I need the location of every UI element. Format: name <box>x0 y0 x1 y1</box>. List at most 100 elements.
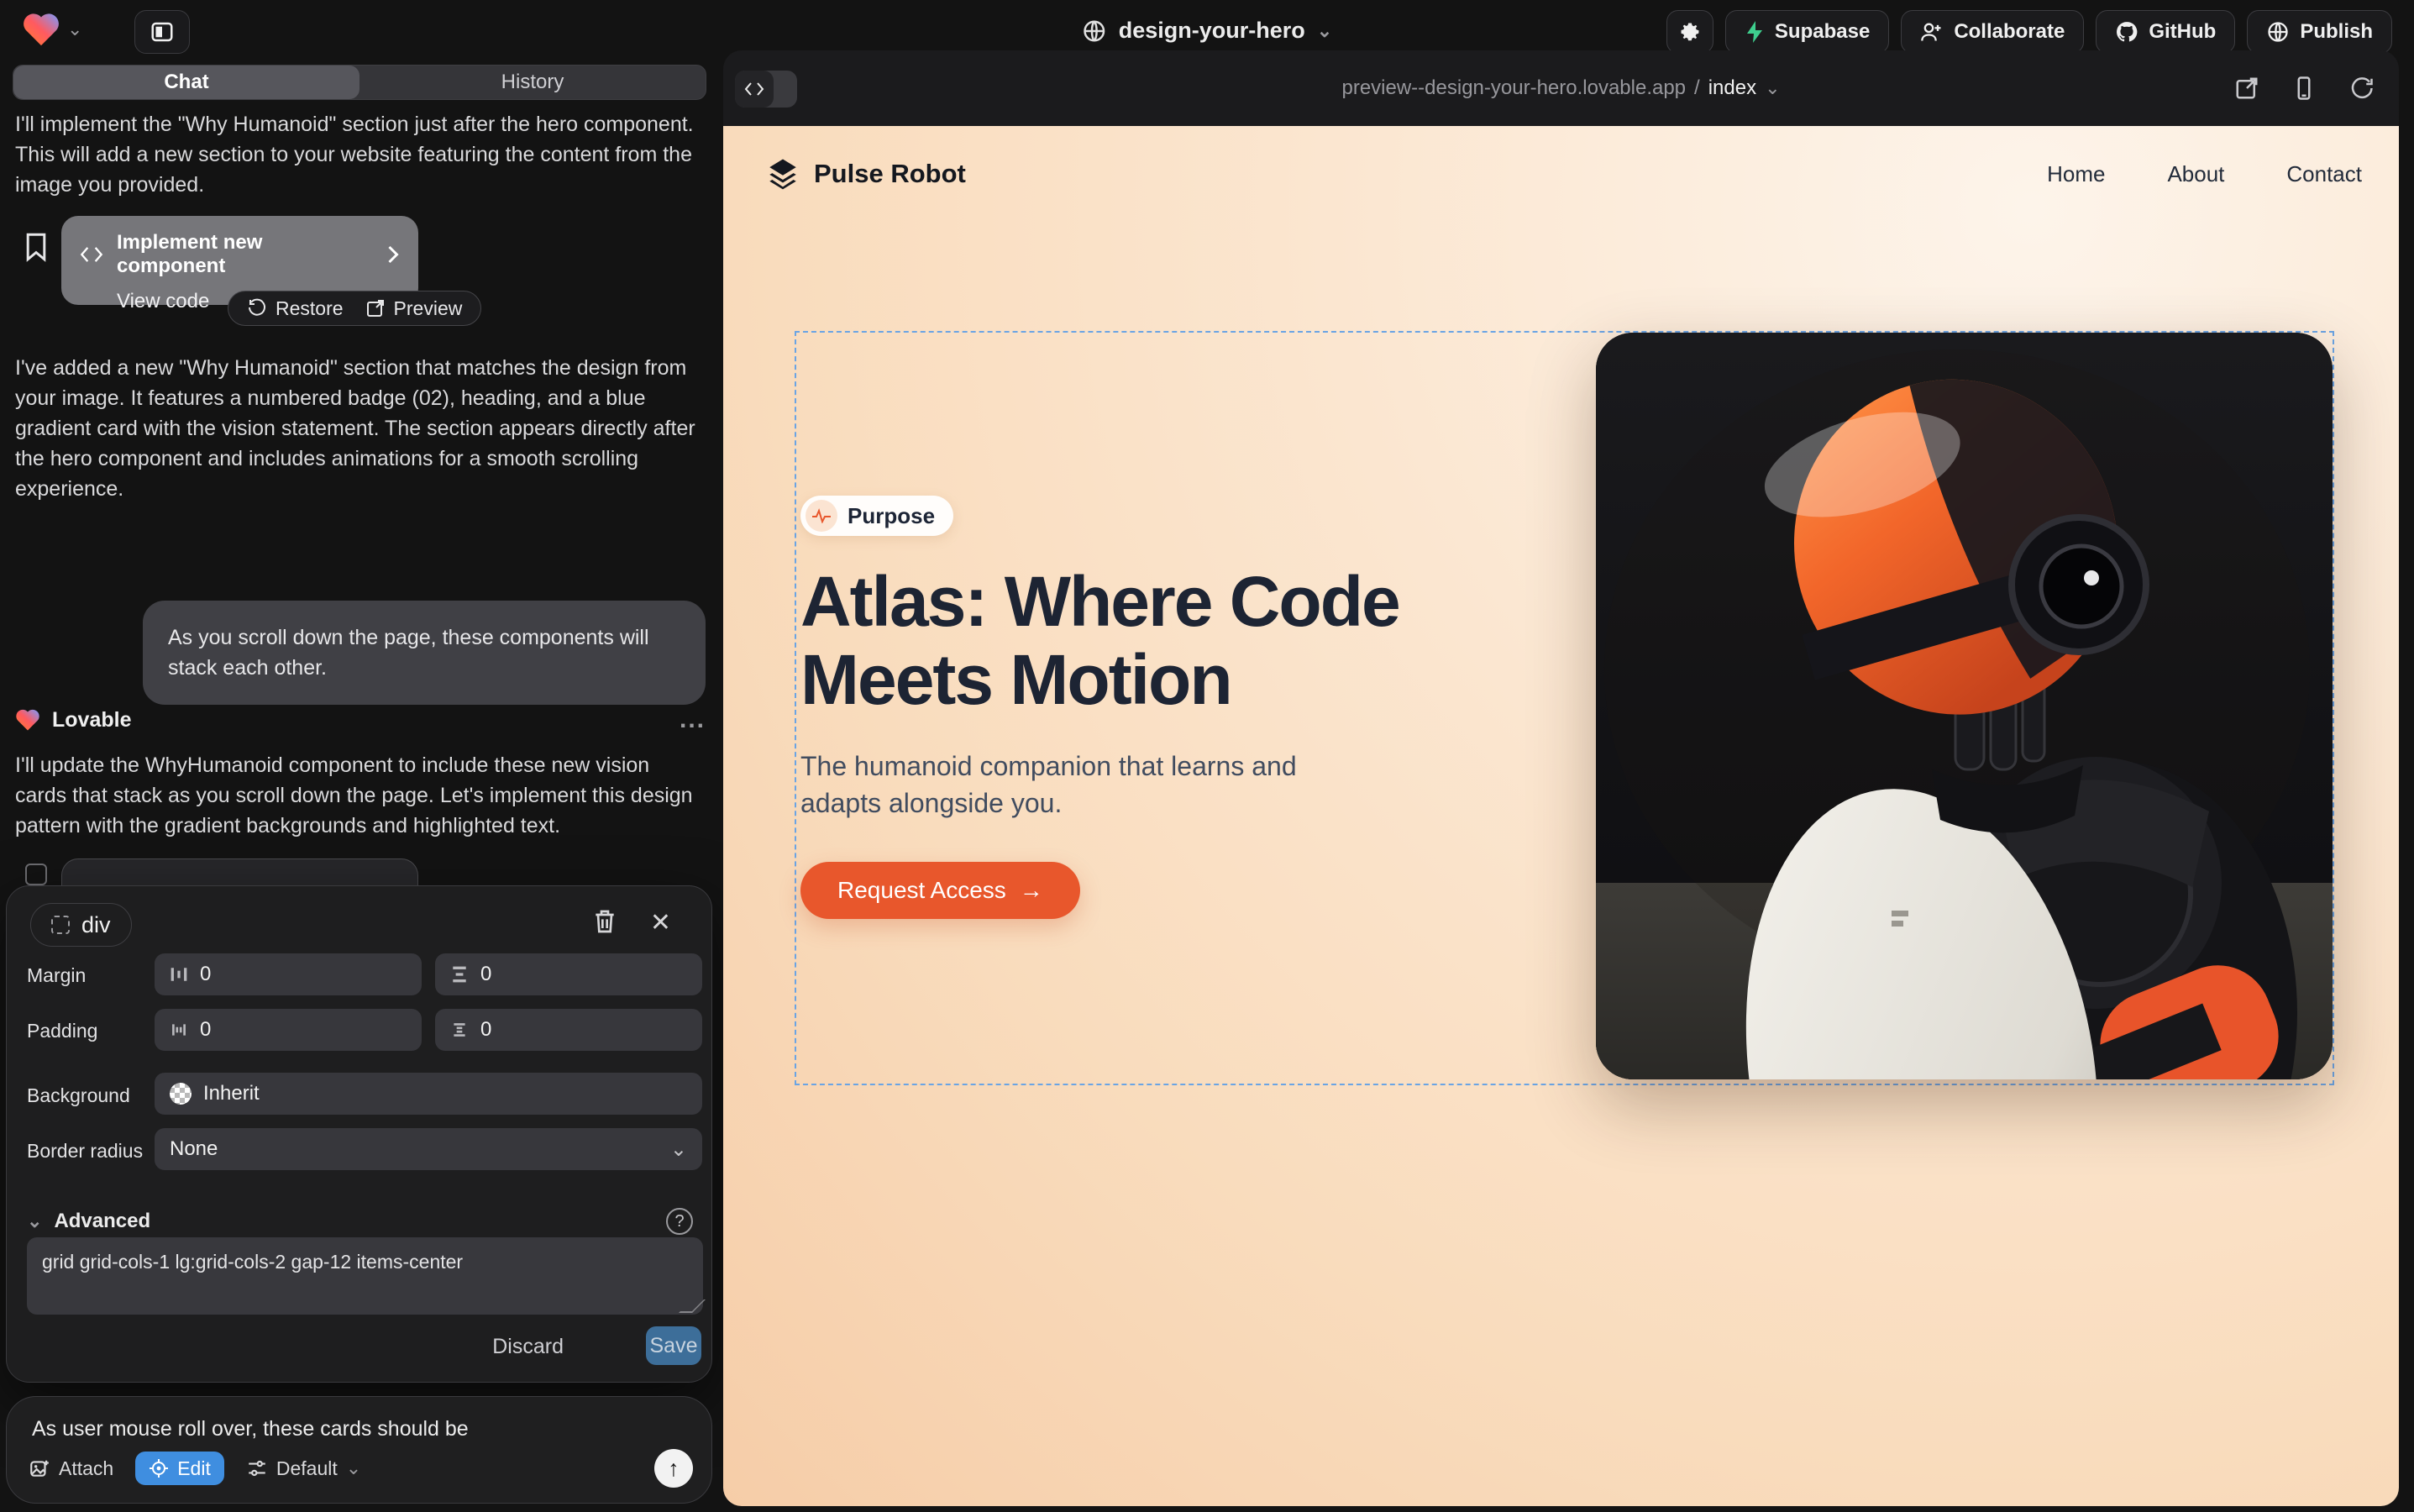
headline-line-1: Atlas: Where Code <box>800 563 1399 641</box>
background-value: Inherit <box>203 1082 260 1105</box>
hero-subheadline: The humanoid companion that learns and a… <box>800 748 1355 822</box>
collaborate-button[interactable]: Collaborate <box>1901 10 2084 54</box>
chevron-down-icon: ⌄ <box>27 1210 42 1232</box>
collaborate-label: Collaborate <box>1954 20 2065 44</box>
margin-label: Margin <box>27 964 86 987</box>
restore-button[interactable]: Restore <box>247 297 344 320</box>
collaborate-icon <box>1920 21 1944 43</box>
background-label: Background <box>27 1084 130 1107</box>
supabase-bolt-icon <box>1745 20 1765 44</box>
hero-headline: Atlas: Where Code Meets Motion <box>800 563 1399 719</box>
user-message-bubble: As you scroll down the page, these compo… <box>143 601 706 705</box>
chevron-down-icon: ⌄ <box>1765 77 1780 99</box>
padding-x-value: 0 <box>200 1018 211 1042</box>
preview-url-page: index <box>1708 76 1756 100</box>
margin-x-icon <box>170 965 188 984</box>
advanced-classes-textarea[interactable]: grid grid-cols-1 lg:grid-cols-2 gap-12 i… <box>27 1237 703 1315</box>
refresh-icon[interactable] <box>2348 76 2374 101</box>
dashed-square-icon <box>51 916 70 934</box>
nav-about[interactable]: About <box>2167 161 2224 187</box>
preview-url-domain: preview--design-your-hero.lovable.app <box>1341 76 1686 100</box>
advanced-section-toggle[interactable]: ⌄ Advanced ? <box>27 1208 693 1235</box>
background-input[interactable]: Inherit <box>155 1073 702 1115</box>
chevron-down-icon: ⌄ <box>346 1457 361 1479</box>
tab-history[interactable]: History <box>359 66 706 99</box>
purpose-badge: Purpose <box>800 496 953 536</box>
layers-icon <box>765 156 800 192</box>
publish-globe-icon <box>2266 20 2290 44</box>
composer-draft-text[interactable]: As user mouse roll over, these cards sho… <box>32 1417 469 1441</box>
chevron-down-icon: ⌄ <box>67 18 82 40</box>
close-icon[interactable]: ✕ <box>650 908 671 937</box>
sidebar-toggle-button[interactable] <box>134 10 190 54</box>
padding-x-input[interactable]: 0 <box>155 1009 422 1051</box>
border-radius-select[interactable]: None ⌄ <box>155 1128 702 1170</box>
lovable-menu-button[interactable]: ⌄ <box>22 12 82 47</box>
save-button[interactable]: Save <box>646 1326 701 1365</box>
preview-url-bar[interactable]: preview--design-your-hero.lovable.app / … <box>723 50 2399 126</box>
preview-button[interactable]: Preview <box>365 297 463 320</box>
site-brand[interactable]: Pulse Robot <box>765 156 966 192</box>
preview-panel: preview--design-your-hero.lovable.app / … <box>723 50 2399 1506</box>
color-swatch-icon <box>170 1083 192 1105</box>
chevron-down-icon: ⌄ <box>1317 20 1332 42</box>
lovable-heart-icon <box>15 708 40 732</box>
chat-mode-select[interactable]: Default ⌄ <box>246 1457 361 1480</box>
mode-label: Default <box>276 1457 338 1480</box>
cta-label: Request Access <box>837 877 1006 904</box>
delete-element-button[interactable] <box>592 908 617 935</box>
margin-y-input[interactable]: 0 <box>435 953 702 995</box>
github-button[interactable]: GitHub <box>2096 10 2235 54</box>
margin-y-value: 0 <box>480 963 491 986</box>
selected-element-chip[interactable]: div <box>30 903 132 947</box>
border-radius-value: None <box>170 1137 218 1161</box>
help-icon[interactable]: ? <box>666 1208 693 1235</box>
nav-home[interactable]: Home <box>2047 161 2105 187</box>
chat-history-tabs: Chat History <box>13 65 706 100</box>
open-in-new-tab-icon[interactable] <box>2234 76 2259 101</box>
publish-button[interactable]: Publish <box>2247 10 2392 54</box>
settings-button[interactable] <box>1666 10 1713 54</box>
advanced-label: Advanced <box>54 1210 150 1233</box>
margin-x-input[interactable]: 0 <box>155 953 422 995</box>
code-icon <box>80 245 103 264</box>
project-name: design-your-hero <box>1119 18 1305 44</box>
assistant-message-3: I'll update the WhyHumanoid component to… <box>15 750 697 841</box>
padding-x-icon <box>170 1021 188 1039</box>
padding-label: Padding <box>27 1020 97 1042</box>
attach-button[interactable]: Attach <box>29 1457 113 1480</box>
edit-label: Edit <box>177 1457 211 1480</box>
padding-y-input[interactable]: 0 <box>435 1009 702 1051</box>
hero-robot-image <box>1596 333 2333 1079</box>
send-button[interactable]: ↑ <box>654 1449 693 1488</box>
purpose-badge-label: Purpose <box>848 503 935 529</box>
github-label: GitHub <box>2149 20 2216 44</box>
gear-icon <box>1678 20 1702 44</box>
assistant-message-1: I'll implement the "Why Humanoid" sectio… <box>15 109 697 200</box>
restore-preview-pill: Restore Preview <box>228 291 481 326</box>
site-canvas: Pulse Robot Home About Contact Purpose A… <box>723 126 2399 1506</box>
restore-label: Restore <box>276 297 344 320</box>
element-tag: div <box>81 912 111 938</box>
code-view-toggle[interactable] <box>735 71 797 108</box>
assistant-message-2: I've added a new "Why Humanoid" section … <box>15 353 697 504</box>
chevron-right-icon <box>386 244 400 265</box>
nav-contact[interactable]: Contact <box>2286 161 2362 187</box>
discard-button[interactable]: Discard <box>492 1335 564 1359</box>
edit-mode-button[interactable]: Edit <box>135 1452 224 1485</box>
chat-composer[interactable]: As user mouse roll over, these cards sho… <box>6 1396 712 1504</box>
margin-y-icon <box>450 965 469 984</box>
tab-chat[interactable]: Chat <box>13 66 359 99</box>
assistant-name: Lovable <box>52 708 131 732</box>
padding-y-icon <box>450 1021 469 1039</box>
component-card-title: Implement new component <box>117 231 373 278</box>
margin-x-value: 0 <box>200 963 211 986</box>
sidebar-panel-icon <box>150 19 175 45</box>
request-access-button[interactable]: Request Access → <box>800 862 1080 919</box>
bookmark-icon[interactable] <box>24 232 49 262</box>
supabase-button[interactable]: Supabase <box>1725 10 1889 54</box>
message-menu-button[interactable]: ... <box>680 706 706 734</box>
chevron-down-icon: ⌄ <box>670 1137 687 1162</box>
code-icon <box>735 71 774 108</box>
mobile-view-icon[interactable] <box>2291 76 2317 101</box>
